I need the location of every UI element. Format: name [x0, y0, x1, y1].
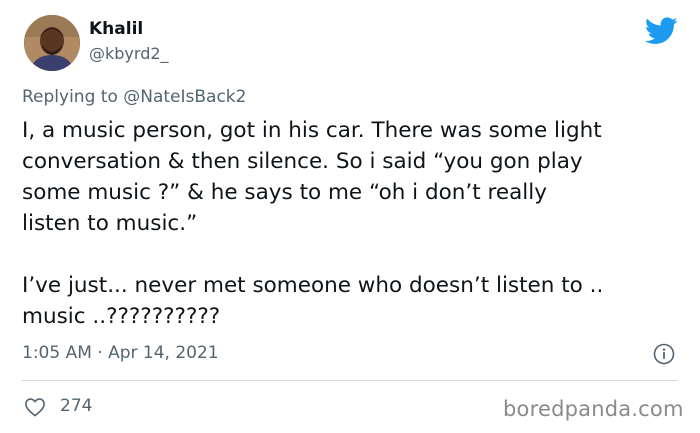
info-icon[interactable]: [653, 343, 675, 365]
twitter-bird-icon[interactable]: [645, 17, 678, 45]
watermark: boredpanda.com: [503, 397, 684, 421]
reply-context: Replying to @NateIsBack2: [22, 87, 246, 107]
author-name[interactable]: Khalil: [89, 19, 143, 39]
tweet-card: Khalil @kbyrd2_ Replying to @NateIsBack2…: [0, 0, 700, 433]
reply-prefix: Replying to: [22, 87, 124, 107]
tweet-timestamp[interactable]: 1:05 AM · Apr 14, 2021: [22, 343, 219, 363]
avatar-image: [24, 15, 80, 71]
tweet-text: I, a music person, got in his car. There…: [22, 118, 604, 329]
divider: [22, 380, 678, 381]
author-handle[interactable]: @kbyrd2_: [89, 44, 169, 63]
reply-mention-link[interactable]: @NateIsBack2: [123, 87, 246, 107]
avatar[interactable]: [24, 15, 80, 71]
heart-icon[interactable]: [24, 397, 46, 417]
like-count[interactable]: 274: [60, 396, 92, 416]
